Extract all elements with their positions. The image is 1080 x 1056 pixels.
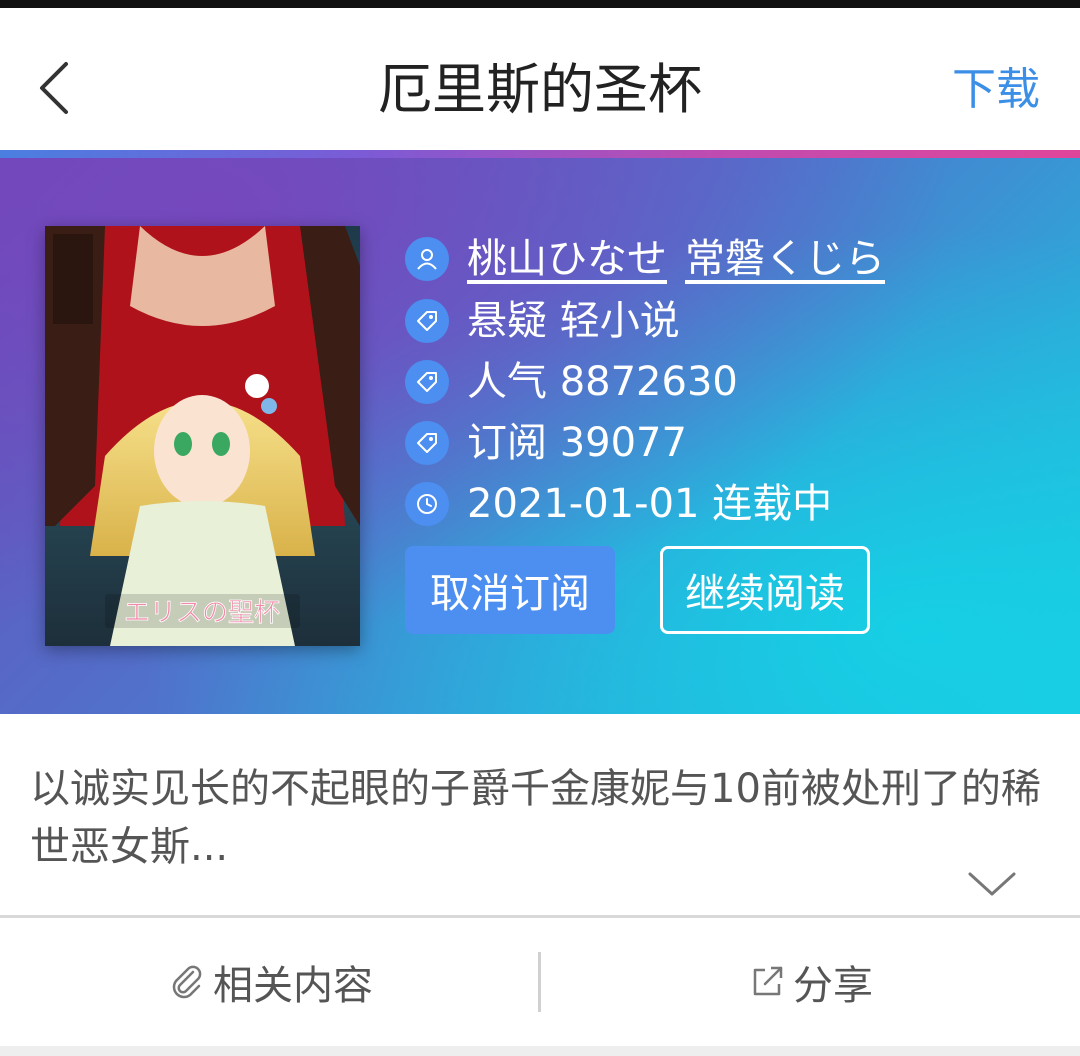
subscriptions-row: 订阅 39077 xyxy=(405,418,687,468)
download-button[interactable]: 下载 xyxy=(952,60,1040,120)
tag-icon xyxy=(405,421,449,465)
clock-icon xyxy=(405,482,449,526)
cover-title-text: エリスの聖杯 xyxy=(124,598,280,628)
popularity-text: 人气 8872630 xyxy=(467,359,738,405)
header-accent-stripe xyxy=(0,150,1080,158)
status-row: 2021-01-01 连载中 xyxy=(405,479,832,529)
status-text: 2021-01-01 连载中 xyxy=(467,481,833,527)
share-icon xyxy=(753,966,783,996)
tag-icon xyxy=(405,299,449,343)
tags-row: 悬疑 轻小说 xyxy=(405,296,680,346)
page-title: 厄里斯的圣杯 xyxy=(378,58,702,121)
expand-description-button[interactable] xyxy=(966,866,1018,902)
nav-bar-spacer xyxy=(0,1046,1080,1056)
popularity-row: 人气 8872630 xyxy=(405,357,738,407)
related-content-label: 相关内容 xyxy=(213,963,373,1009)
app-header: 厄里斯的圣杯 下载 xyxy=(0,8,1080,150)
paperclip-icon xyxy=(172,965,202,999)
subscriptions-text: 订阅 39077 xyxy=(467,420,687,466)
unsubscribe-button[interactable]: 取消订阅 xyxy=(405,546,615,634)
chevron-down-icon xyxy=(968,872,1016,896)
author-row: 桃山ひなせ 常磐くじら xyxy=(405,234,903,284)
book-hero: エリスの聖杯 桃山ひなせ 常磐くじら 悬疑 轻小说 人气 8872630 订阅 … xyxy=(0,158,1080,714)
user-icon xyxy=(405,237,449,281)
status-bar xyxy=(0,0,1080,8)
share-button[interactable]: 分享 xyxy=(540,918,1080,1046)
tag-icon xyxy=(405,360,449,404)
continue-reading-button[interactable]: 继续阅读 xyxy=(660,546,870,634)
author-link-1[interactable]: 桃山ひなせ xyxy=(467,234,667,284)
book-cover[interactable]: エリスの聖杯 xyxy=(45,226,360,646)
book-description: 以诚实见长的不起眼的子爵千金康妮与10前被处刑了的稀世恶女斯... xyxy=(30,766,1041,870)
related-content-button[interactable]: 相关内容 xyxy=(0,918,540,1046)
book-tags: 悬疑 轻小说 xyxy=(467,298,680,344)
author-link-2[interactable]: 常磐くじら xyxy=(685,234,885,284)
share-label: 分享 xyxy=(793,963,873,1009)
bottom-action-bar: 相关内容 分享 xyxy=(0,918,1080,1046)
cover-illustration: エリスの聖杯 xyxy=(45,226,360,646)
